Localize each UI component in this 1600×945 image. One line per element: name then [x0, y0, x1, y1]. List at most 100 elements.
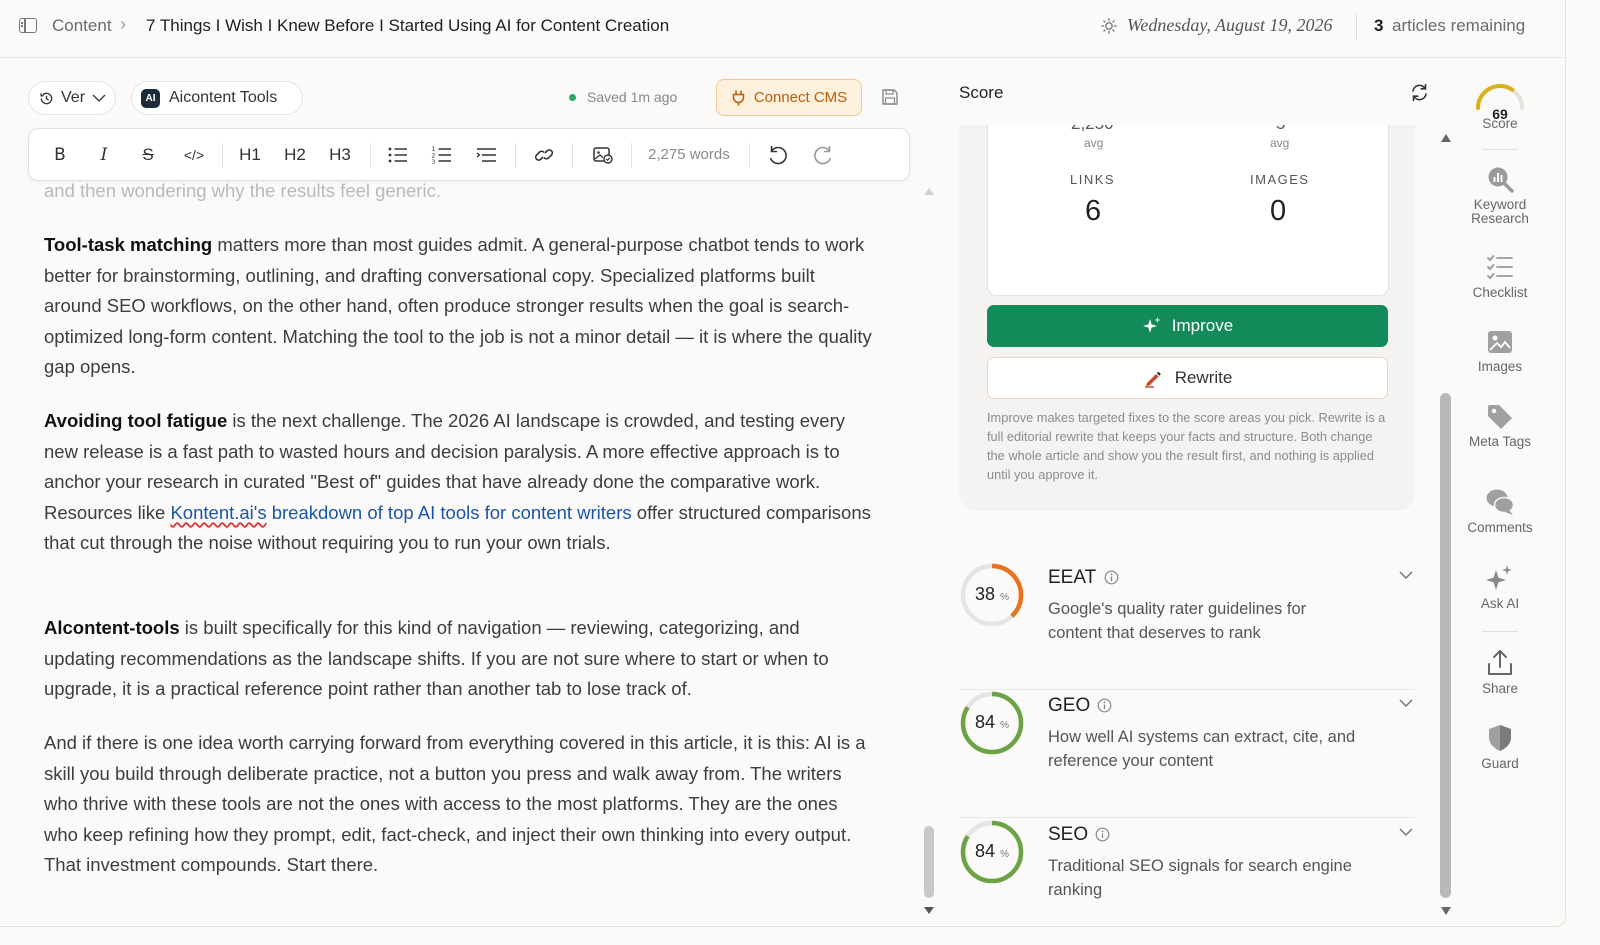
rewrite-label: Rewrite — [1174, 368, 1233, 387]
connect-cms-label: Connect CMS — [753, 89, 848, 106]
heading1-label: H1 — [239, 145, 261, 164]
insert-image-icon[interactable] — [592, 142, 614, 168]
score-panel-header-bg — [959, 105, 1419, 125]
numbered-list-icon[interactable]: 123 — [431, 142, 453, 168]
articles-remaining-count: 3 — [1374, 16, 1384, 35]
images-icon — [1488, 331, 1512, 353]
paragraph-text: matters more than most guides admit. A g… — [44, 234, 872, 378]
toolbar-divider — [631, 143, 632, 168]
rewrite-button[interactable]: Rewrite — [987, 357, 1388, 399]
metric-name: SEO — [1048, 824, 1089, 845]
rail-ask-ai[interactable]: Ask AI — [1460, 564, 1540, 611]
svg-text:3: 3 — [432, 159, 436, 166]
metric-percent-value: 84 — [975, 712, 996, 732]
version-history-button[interactable]: Ver — [28, 81, 116, 115]
info-icon[interactable] — [1097, 698, 1112, 713]
rail-keyword-research[interactable]: Keyword Research — [1460, 165, 1540, 226]
save-status: Saved 1m ago — [569, 89, 677, 105]
refresh-icon[interactable] — [1410, 83, 1429, 102]
paragraph-text: And if there is one idea worth carrying … — [44, 732, 866, 876]
bold-label: B — [54, 145, 66, 165]
rail-comments-label: Comments — [1467, 520, 1533, 535]
connect-cms-button[interactable]: Connect CMS — [716, 79, 862, 116]
brand-selector[interactable]: AI Aicontent Tools — [131, 81, 303, 115]
paragraph-bold-lead: Alcontent-tools — [44, 617, 180, 638]
link-icon[interactable] — [533, 142, 555, 168]
paragraph-alcontent-tools[interactable]: Alcontent-tools is built specifically fo… — [44, 613, 874, 705]
info-icon[interactable] — [1095, 827, 1110, 842]
save-icon[interactable] — [881, 88, 899, 106]
metric-geo[interactable]: 84 % GEO How well AI systems can extract, … — [959, 690, 1415, 818]
stat-images-value: 0 — [1270, 195, 1287, 227]
editor-scroll-down-icon[interactable] — [924, 907, 934, 914]
panel-scroll-up-icon[interactable] — [1441, 134, 1451, 142]
editor-scrollbar[interactable] — [924, 826, 934, 898]
kontent-link[interactable]: Kontent.ai's breakdown of top AI tools f… — [170, 502, 631, 523]
keyword-research-icon — [1488, 167, 1514, 193]
panel-scroll-down-icon[interactable] — [1441, 907, 1451, 915]
rail-checklist[interactable]: Checklist — [1460, 253, 1540, 300]
heading3-label: H3 — [329, 145, 351, 164]
heading1-button[interactable]: H1 — [237, 142, 263, 168]
rail-score-value: 69 — [1492, 106, 1508, 122]
strikethrough-button[interactable]: S — [137, 142, 159, 168]
paragraph-tool-task[interactable]: Tool-task matching matters more than mos… — [44, 230, 874, 383]
rail-comments[interactable]: Comments — [1460, 488, 1540, 535]
rail-images[interactable]: Images — [1460, 329, 1540, 374]
share-icon — [1488, 650, 1512, 675]
rail-guard[interactable]: Guard — [1460, 724, 1540, 771]
toolbar-divider — [370, 143, 371, 168]
metric-percent-value: 38 — [975, 584, 996, 604]
paragraph-tool-fatigue[interactable]: Avoiding tool fatigue is the next challe… — [44, 406, 874, 559]
metric-divider — [959, 817, 1415, 818]
sidebar-toggle-icon[interactable] — [19, 18, 37, 33]
word-count: 2,275 words — [648, 146, 730, 163]
stats-card — [987, 110, 1389, 296]
metric-percent-unit: % — [1000, 592, 1009, 603]
editor-scroll-up-icon[interactable] — [924, 188, 934, 195]
paragraph-conclusion[interactable]: And if there is one idea worth carrying … — [44, 728, 874, 881]
rail-share[interactable]: Share — [1460, 649, 1540, 696]
rail-score[interactable]: 69 Score — [1460, 82, 1540, 131]
heading2-button[interactable]: H2 — [282, 142, 308, 168]
bullet-list-icon[interactable] — [387, 142, 409, 168]
ask-ai-sparkle-icon — [1486, 565, 1512, 590]
chevron-down-icon[interactable] — [1399, 570, 1413, 580]
metric-name: GEO — [1048, 695, 1091, 716]
rail-meta-tags-label: Meta Tags — [1468, 434, 1532, 449]
history-icon — [40, 92, 53, 104]
brand-name: Aicontent Tools — [169, 89, 278, 106]
plug-icon — [732, 89, 745, 106]
chevron-down-icon[interactable] — [1399, 827, 1413, 837]
italic-button[interactable]: I — [93, 142, 115, 168]
heading3-button[interactable]: H3 — [327, 142, 353, 168]
breadcrumb-content[interactable]: Content — [52, 16, 112, 36]
improve-button[interactable]: Improve — [987, 305, 1388, 347]
rail-images-label: Images — [1477, 359, 1523, 374]
metric-name: EEAT — [1048, 567, 1097, 588]
chevron-down-icon[interactable] — [1399, 698, 1413, 708]
undo-icon[interactable] — [766, 142, 790, 168]
sparkle-icon — [1142, 317, 1161, 333]
top-bar: Content › 7 Things I Wish I Knew Before … — [0, 0, 1565, 58]
code-button[interactable]: </> — [181, 142, 207, 168]
metric-eeat[interactable]: 38 % EEAT Google's quality rater guideline… — [959, 562, 1415, 690]
rail-divider — [1482, 149, 1518, 150]
rail-meta-tags[interactable]: Meta Tags — [1460, 404, 1540, 449]
indent-list-icon[interactable] — [476, 142, 498, 168]
toolbar-divider — [572, 143, 573, 168]
stat-words-avg: avg — [1084, 136, 1104, 150]
info-icon[interactable] — [1104, 570, 1119, 585]
metric-percent-unit: % — [1000, 720, 1009, 731]
metric-description: How well AI systems can extract, cite, a… — [1048, 728, 1356, 770]
rail-share-label: Share — [1481, 681, 1519, 696]
rail-ask-ai-label: Ask AI — [1480, 596, 1520, 611]
code-label: </> — [183, 147, 205, 163]
panel-scrollbar[interactable] — [1440, 393, 1451, 898]
metric-percent: 84 % — [959, 841, 1025, 862]
redo-icon[interactable] — [811, 142, 835, 168]
sun-icon — [1101, 18, 1117, 34]
metric-seo[interactable]: 84 % SEO Traditional SEO signals for searc… — [959, 819, 1415, 926]
stat-links-value: 6 — [1085, 195, 1102, 227]
bold-button[interactable]: B — [49, 142, 71, 168]
